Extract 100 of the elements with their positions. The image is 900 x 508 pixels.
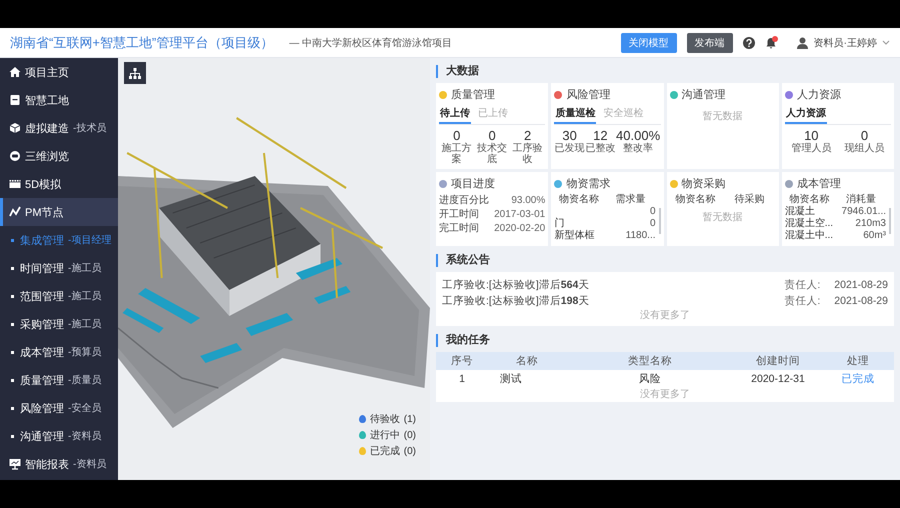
section-title: 系统公告 — [436, 254, 490, 267]
menu-label: 时间管理 — [20, 262, 64, 276]
role-label: -技术员 — [73, 122, 106, 135]
card-title: 质量管理 — [451, 88, 495, 102]
publish-button[interactable]: 发布端 — [686, 32, 733, 52]
column-header: 待采购 — [734, 194, 766, 206]
submenu-item[interactable]: 时间管理 -施工员 — [0, 254, 118, 282]
menu-label: 三维浏览 — [25, 150, 69, 164]
bullet-icon — [11, 266, 14, 270]
field-label: 完工时间 — [439, 222, 479, 236]
menu-item[interactable]: 智能报表 -资料员 — [0, 450, 118, 478]
menu-label: 沟通管理 — [20, 430, 64, 444]
table-cell-text: 测试 — [499, 372, 523, 387]
submenu-item[interactable]: 风险管理 -安全员 — [0, 394, 118, 422]
caret-icon[interactable] — [882, 40, 890, 45]
menu-item[interactable]: 5D模拟 — [0, 170, 118, 198]
menu-label: PM节点 — [25, 206, 64, 220]
card-title: 物资采购 — [682, 177, 726, 191]
table-cell-text: 7946.01... — [840, 206, 886, 218]
structure-tree-button[interactable] — [124, 62, 146, 84]
table-cell-text: 0 — [648, 218, 656, 230]
notification-bell-icon[interactable] — [764, 36, 779, 49]
field-label: 开工时间 — [439, 208, 479, 222]
tab[interactable]: 待上传 — [439, 105, 471, 124]
stat-value: 0 — [488, 128, 496, 143]
menu-item[interactable]: PM节点 — [0, 198, 118, 226]
page-title: 湖南省“互联网+智慧工地”管理平台（项目级） — [10, 34, 274, 52]
role-label: -质量员 — [68, 374, 102, 387]
stat-label: 技术交底 — [476, 143, 508, 165]
user-icon — [796, 36, 808, 48]
help-icon[interactable] — [742, 36, 755, 48]
menu-label: 智慧工地 — [25, 94, 69, 108]
bullet-icon — [11, 434, 14, 438]
monitor-chart-icon — [9, 458, 21, 470]
menu-label: 5D模拟 — [25, 178, 62, 192]
role-label: -资料员 — [68, 430, 102, 443]
submenu-item[interactable]: 沟通管理 -资料员 — [0, 422, 118, 450]
list-end-text: 没有更多了 — [639, 309, 691, 323]
menu-label: 质量管理 — [20, 374, 64, 388]
menu-item[interactable]: 虚拟建造 -技术员 — [0, 114, 118, 142]
tab[interactable]: 人力资源 — [784, 105, 827, 124]
tab[interactable]: 质量巡检 — [554, 105, 596, 124]
stat-value: 40.00% — [616, 128, 660, 143]
table-cell-text: 新型体框 — [554, 230, 596, 242]
column-header: 类型名称 — [627, 354, 673, 369]
table-cell-text: 2020-12-31 — [750, 372, 806, 387]
submenu-item[interactable]: 集成管理 -项目经理 — [0, 226, 118, 254]
menu-label: 集成管理 — [20, 234, 64, 248]
stat-label: 工序验收 — [512, 143, 544, 165]
document-icon — [9, 94, 21, 106]
menu-item[interactable]: 项目主页 — [0, 58, 118, 86]
role-label: -施工员 — [68, 290, 102, 303]
submenu-item[interactable]: 质量管理 -质量员 — [0, 366, 118, 394]
menu-label: 智能报表 — [25, 458, 69, 472]
menu-label: 风险管理 — [20, 402, 64, 416]
role-label: -资料员 — [73, 458, 106, 471]
table-cell-text: 混凝土 — [784, 206, 816, 218]
bullet-icon — [11, 406, 14, 410]
card-title: 风险管理 — [566, 88, 610, 102]
column-header: 处理 — [846, 354, 870, 369]
tree-icon — [129, 68, 141, 78]
section-title: 我的任务 — [436, 334, 490, 347]
card-title: 物资需求 — [566, 177, 610, 191]
empty-message: 暂无数据 — [702, 210, 744, 224]
field-value: 2020-02-20 — [494, 222, 546, 236]
notice-text: 工序验收:[达标验收]滞后564天 — [442, 278, 590, 293]
stat-label: 管理人员 — [791, 143, 832, 154]
table-cell: 混凝土中... — [784, 230, 834, 242]
menu-label: 采购管理 — [20, 318, 64, 332]
empty-message: 暂无数据 — [702, 110, 744, 123]
menu-item[interactable]: 三维浏览 — [0, 142, 118, 170]
submenu-item[interactable]: 采购管理 -施工员 — [0, 310, 118, 338]
bullet-icon — [11, 378, 14, 382]
legend-count: (0) — [404, 430, 416, 440]
bullet-icon — [11, 238, 14, 242]
user-name[interactable]: 资料员·王婷婷 — [814, 36, 877, 50]
menu-item[interactable]: 智慧工地 — [0, 86, 118, 114]
stat-value: 2 — [524, 128, 532, 143]
stat-label: 施工方案 — [440, 143, 473, 165]
stat-label: 已发现 — [554, 143, 585, 154]
stat-label: 现组人员 — [844, 143, 884, 154]
bullet-icon — [11, 294, 14, 298]
submenu-item[interactable]: 成本管理 -预算员 — [0, 338, 118, 366]
table-cell-text: 60m³ — [862, 230, 886, 242]
home-icon — [9, 66, 21, 78]
column-header: 序号 — [450, 354, 474, 369]
cube-icon — [9, 122, 21, 134]
notice-date: 2021-08-29 — [834, 278, 888, 293]
card-title: 沟通管理 — [682, 88, 726, 102]
view-icon — [9, 150, 21, 162]
card-title: 成本管理 — [796, 177, 841, 191]
card-title: 项目进度 — [451, 176, 495, 191]
stat-label: 整改率 — [623, 143, 654, 154]
submenu-item[interactable]: 范围管理 -施工员 — [0, 282, 118, 310]
table-cell-text: 1 — [458, 372, 466, 387]
bullet-icon — [11, 322, 14, 326]
project-subtitle: — 中南大学新校区体育馆游泳馆项目 — [289, 36, 452, 50]
table-cell-text: 210m3 — [854, 218, 886, 230]
section-title: 大数据 — [436, 65, 479, 78]
legend-label: 进行中 — [370, 428, 400, 442]
